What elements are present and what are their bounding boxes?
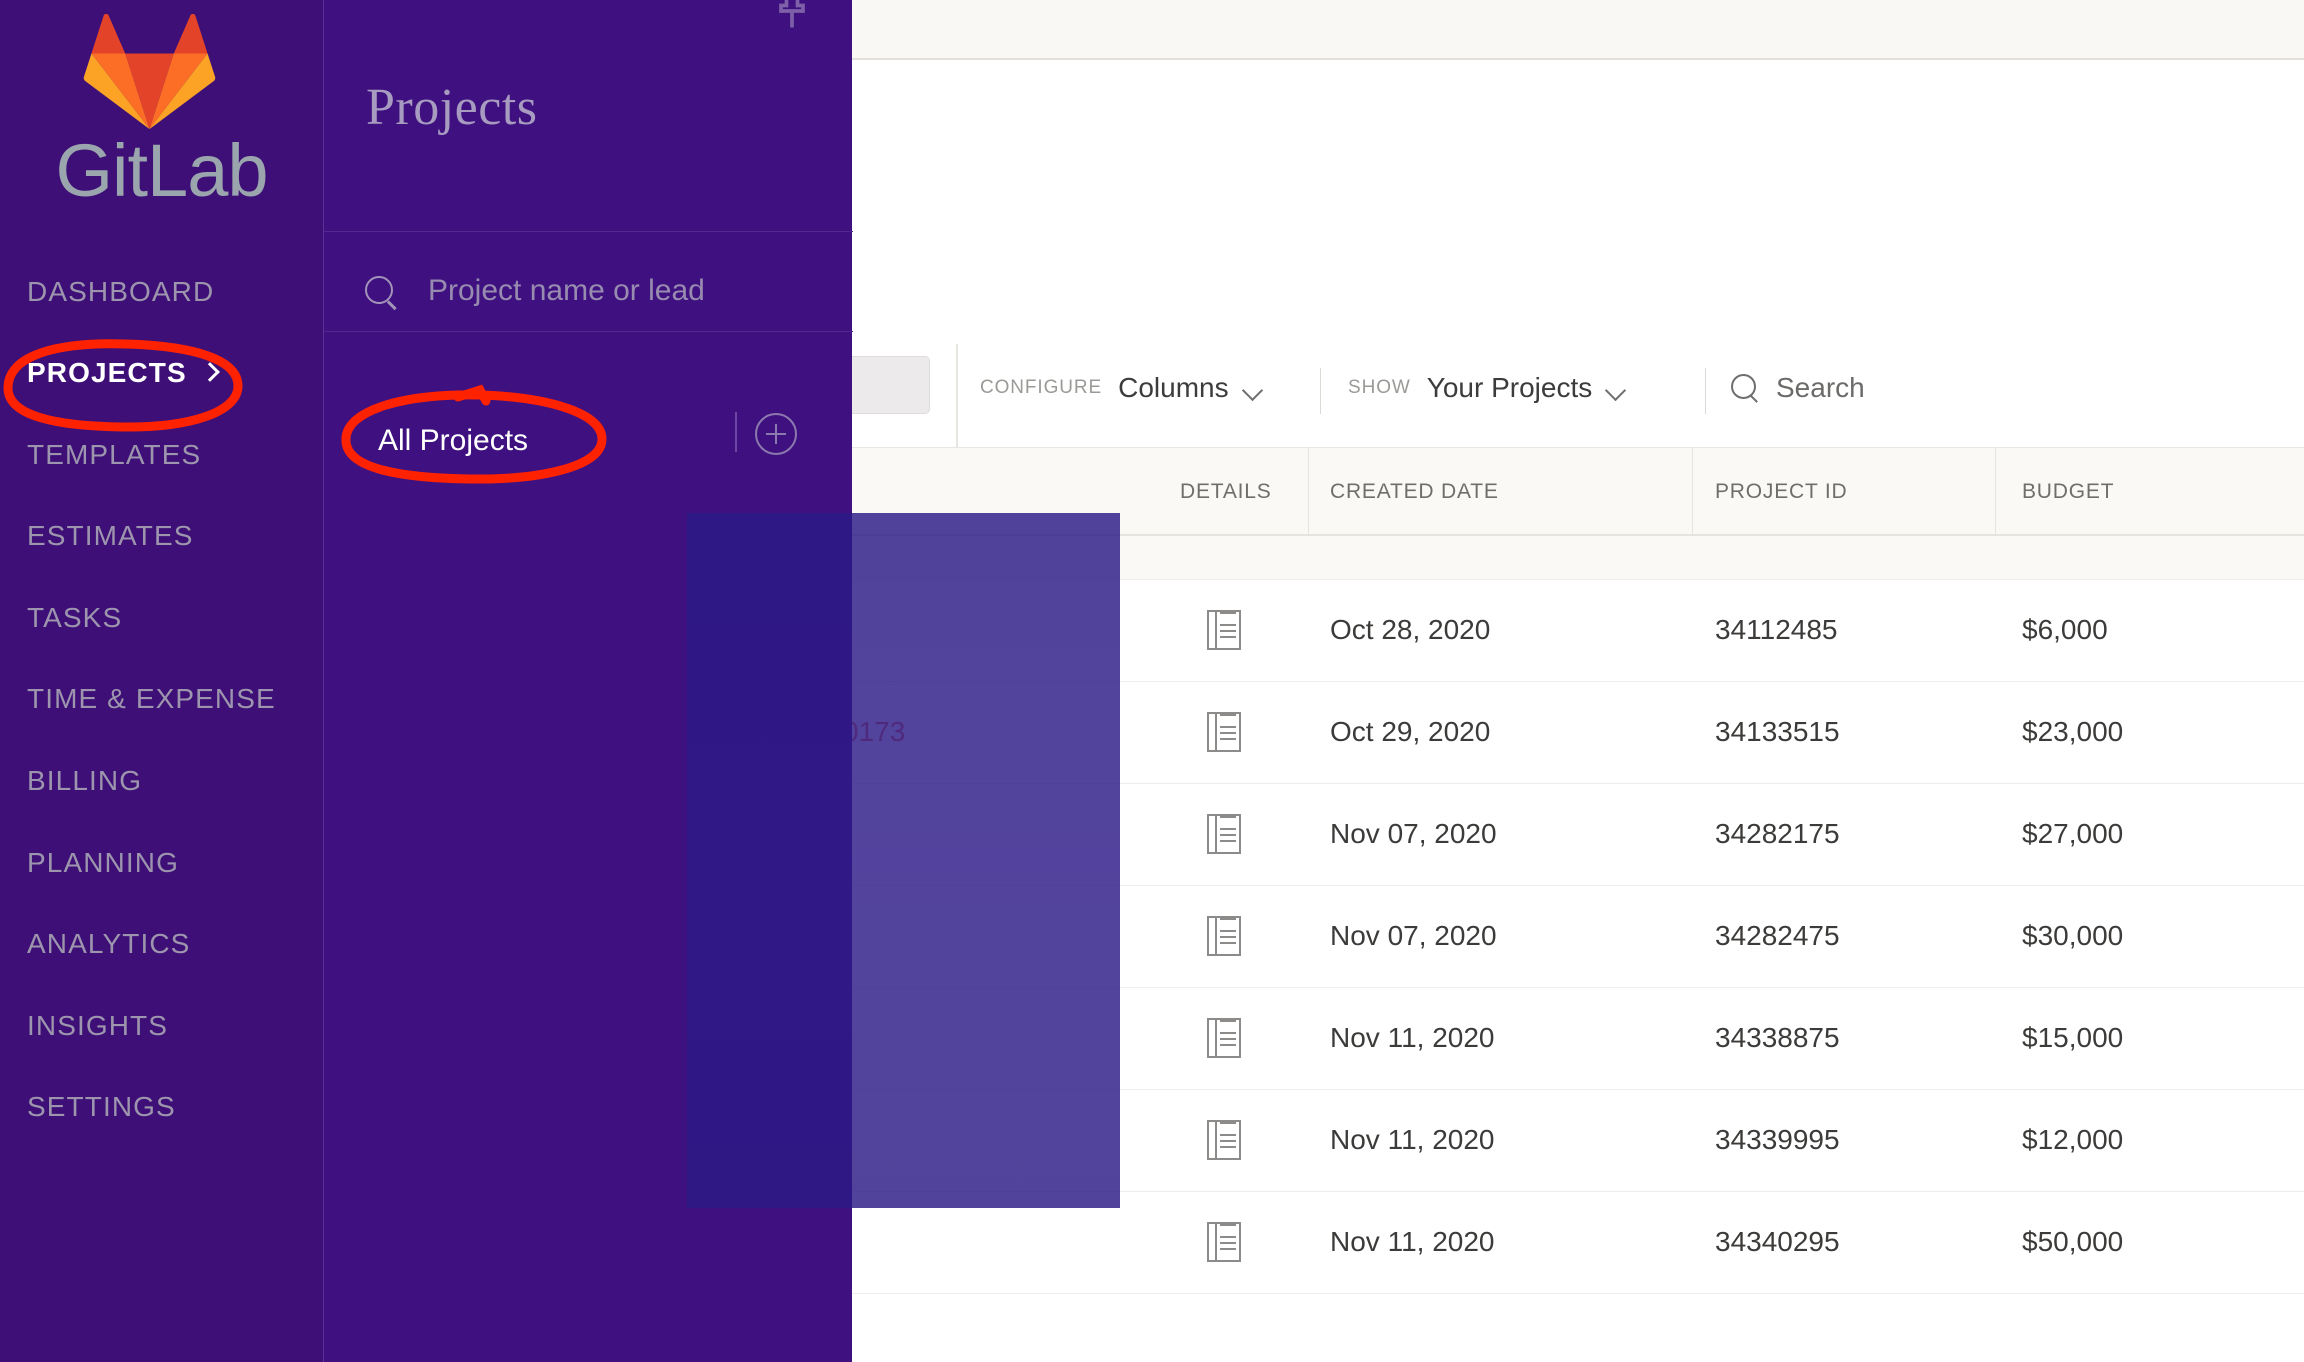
- sidebar-item-label: BILLING: [27, 765, 142, 796]
- cell-created-date: Oct 29, 2020: [1330, 716, 1490, 748]
- column-header-created-date[interactable]: CREATED DATE: [1330, 448, 1499, 536]
- flyout-search-icon: [365, 276, 399, 310]
- cell-created-date: Nov 11, 2020: [1330, 1226, 1495, 1258]
- sidebar-item-label: ANALYTICS: [27, 928, 190, 959]
- table-search[interactable]: Search: [1730, 372, 1865, 404]
- sidebar-item-label: TEMPLATES: [27, 439, 201, 470]
- toolbar-separator-2: [1705, 368, 1706, 414]
- cell-created-date: Nov 07, 2020: [1330, 818, 1497, 850]
- cell-project-id: 34282475: [1715, 920, 1840, 952]
- document-icon[interactable]: [1207, 1018, 1241, 1058]
- sidebar-item-templates[interactable]: TEMPLATES: [27, 439, 201, 471]
- document-icon[interactable]: [1207, 916, 1241, 956]
- sidebar-item-estimates[interactable]: ESTIMATES: [27, 520, 194, 552]
- flyout-item-all-projects[interactable]: All Projects: [378, 424, 528, 458]
- configure-label: CONFIGURE: [980, 377, 1102, 399]
- sidebar-item-billing[interactable]: BILLING: [27, 765, 142, 797]
- search-input[interactable]: Search: [1776, 372, 1865, 404]
- sidebar-item-dashboard[interactable]: DASHBOARD: [27, 276, 214, 308]
- sidebar-item-insights[interactable]: INSIGHTS: [27, 1010, 168, 1042]
- cell-budget: $23,000: [2022, 716, 2123, 748]
- sidebar-item-label: TASKS: [27, 602, 122, 633]
- column-header-budget[interactable]: BUDGET: [2022, 448, 2114, 536]
- column-divider: [1692, 448, 1693, 536]
- column-header-project-id[interactable]: PROJECT ID: [1715, 448, 1847, 536]
- sidebar-item-analytics[interactable]: ANALYTICS: [27, 928, 190, 960]
- cell-created-date: Nov 11, 2020: [1330, 1124, 1495, 1156]
- sidebar-item-label: DASHBOARD: [27, 276, 214, 307]
- cell-project-id: 34112485: [1715, 614, 1838, 646]
- document-icon[interactable]: [1207, 712, 1241, 752]
- cell-project-id: 34133515: [1715, 716, 1840, 748]
- cell-project-id: 34340295: [1715, 1226, 1840, 1258]
- flyout-content-overlay: [687, 513, 1120, 1208]
- chevron-down-icon: [1608, 383, 1627, 394]
- show-label: SHOW: [1348, 377, 1411, 399]
- configure-columns-group[interactable]: CONFIGURE Columns: [980, 372, 1264, 404]
- flyout-title: Projects: [366, 78, 538, 137]
- sidebar-item-label: SETTINGS: [27, 1091, 176, 1122]
- columns-value: Columns: [1118, 372, 1228, 404]
- document-icon[interactable]: [1207, 610, 1241, 650]
- flyout-row-separator: [735, 412, 737, 452]
- cell-budget: $50,000: [2022, 1226, 2123, 1258]
- projects-flyout-panel: Projects: [323, 0, 852, 1362]
- column-divider: [1308, 448, 1309, 536]
- sidebar: GitLab DASHBOARD PROJECTS TEMPLATES ESTIMAT…: [0, 0, 323, 1362]
- sidebar-item-label: TIME & EXPENSE: [27, 683, 276, 714]
- sidebar-item-label: PROJECTS: [27, 357, 187, 388]
- flyout-search-input[interactable]: Project name or lead: [428, 274, 705, 308]
- cell-budget: $12,000: [2022, 1124, 2123, 1156]
- cell-project-id: 34282175: [1715, 818, 1840, 850]
- cell-budget: $6,000: [2022, 614, 2108, 646]
- column-divider: [1995, 448, 1996, 536]
- show-value: Your Projects: [1427, 372, 1593, 404]
- sidebar-item-planning[interactable]: PLANNING: [27, 847, 179, 879]
- document-icon[interactable]: [1207, 1222, 1241, 1262]
- sidebar-item-label: INSIGHTS: [27, 1010, 168, 1041]
- cell-project-id: 34339995: [1715, 1124, 1840, 1156]
- gitlab-logo-icon: [82, 2, 217, 132]
- sidebar-item-tasks[interactable]: TASKS: [27, 602, 122, 634]
- chevron-right-icon: [200, 362, 220, 382]
- toolbar-divider: [956, 344, 958, 448]
- chevron-down-icon: [1245, 383, 1264, 394]
- cell-project-id: 34338875: [1715, 1022, 1840, 1054]
- cell-budget: $27,000: [2022, 818, 2123, 850]
- sidebar-item-label: PLANNING: [27, 847, 179, 878]
- show-group[interactable]: SHOW Your Projects: [1348, 372, 1627, 404]
- column-header-details[interactable]: DETAILS: [1180, 448, 1272, 536]
- cell-budget: $15,000: [2022, 1022, 2123, 1054]
- document-icon[interactable]: [1207, 1120, 1241, 1160]
- cell-created-date: Nov 11, 2020: [1330, 1022, 1495, 1054]
- sidebar-item-label: ESTIMATES: [27, 520, 194, 551]
- screen-root: e CONFIGURE Columns SHOW Your Projects S…: [0, 0, 2304, 1362]
- sidebar-item-projects[interactable]: PROJECTS: [27, 357, 217, 389]
- add-project-button[interactable]: [755, 413, 797, 455]
- cell-budget: $30,000: [2022, 920, 2123, 952]
- search-icon: [1730, 373, 1760, 403]
- cell-created-date: Oct 28, 2020: [1330, 614, 1490, 646]
- sidebar-item-time-expense[interactable]: TIME & EXPENSE: [27, 683, 276, 715]
- cell-created-date: Nov 07, 2020: [1330, 920, 1497, 952]
- brand-wordmark: GitLab: [0, 128, 323, 213]
- document-icon[interactable]: [1207, 814, 1241, 854]
- toolbar-separator-1: [1320, 368, 1321, 414]
- sidebar-item-settings[interactable]: SETTINGS: [27, 1091, 176, 1123]
- pin-icon[interactable]: [770, 0, 814, 36]
